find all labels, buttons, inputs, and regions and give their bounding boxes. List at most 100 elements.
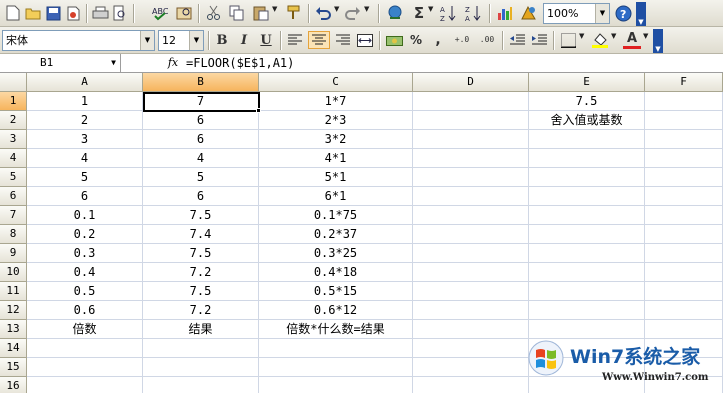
cell-c14[interactable]: [259, 339, 413, 358]
cell-b2[interactable]: 6: [143, 111, 259, 130]
cell-b7[interactable]: 7.5: [143, 206, 259, 225]
cell-d13[interactable]: [413, 320, 529, 339]
cell-c11[interactable]: 0.5*15: [259, 282, 413, 301]
toolbar-options-icon[interactable]: ▼: [636, 2, 646, 26]
cell-b15[interactable]: [143, 358, 259, 377]
cell-b1[interactable]: 7: [143, 92, 259, 111]
cell-d5[interactable]: [413, 168, 529, 187]
cell-a5[interactable]: 5: [27, 168, 143, 187]
cell-c3[interactable]: 3*2: [259, 130, 413, 149]
cell-d14[interactable]: [413, 339, 529, 358]
decrease-indent-icon[interactable]: [508, 31, 526, 49]
row-header-10[interactable]: 10: [0, 263, 27, 282]
cell-e3[interactable]: [529, 130, 645, 149]
cell-a4[interactable]: 4: [27, 149, 143, 168]
autosum-dropdown-arrow[interactable]: ▼: [428, 5, 433, 13]
cell-a13[interactable]: 倍数: [27, 320, 143, 339]
undo-dropdown-arrow[interactable]: ▼: [334, 5, 339, 13]
print-icon[interactable]: [91, 4, 109, 22]
cell-b16[interactable]: [143, 377, 259, 393]
align-left-icon[interactable]: [286, 31, 304, 49]
cell-a9[interactable]: 0.3: [27, 244, 143, 263]
cell-c1[interactable]: 1*7: [259, 92, 413, 111]
cell-c4[interactable]: 4*1: [259, 149, 413, 168]
cut-icon[interactable]: [204, 4, 222, 22]
cell-c9[interactable]: 0.3*25: [259, 244, 413, 263]
cell-e13[interactable]: [529, 320, 645, 339]
row-header-12[interactable]: 12: [0, 301, 27, 320]
increase-indent-icon[interactable]: [530, 31, 548, 49]
cell-f3[interactable]: [645, 130, 723, 149]
cell-e10[interactable]: [529, 263, 645, 282]
paste-dropdown-arrow[interactable]: ▼: [272, 5, 277, 13]
cell-c2[interactable]: 2*3: [259, 111, 413, 130]
cell-f13[interactable]: [645, 320, 723, 339]
cell-d1[interactable]: [413, 92, 529, 111]
cell-a1[interactable]: 1: [27, 92, 143, 111]
align-right-icon[interactable]: [334, 31, 352, 49]
undo-icon[interactable]: [314, 4, 332, 22]
cell-d2[interactable]: [413, 111, 529, 130]
cell-c13[interactable]: 倍数*什么数=结果: [259, 320, 413, 339]
cell-d4[interactable]: [413, 149, 529, 168]
paste-icon[interactable]: [252, 4, 270, 22]
underline-button[interactable]: U: [257, 31, 275, 49]
cell-d11[interactable]: [413, 282, 529, 301]
cell-e6[interactable]: [529, 187, 645, 206]
row-header-3[interactable]: 3: [0, 130, 27, 149]
cell-b8[interactable]: 7.4: [143, 225, 259, 244]
toolbar-options-icon[interactable]: ▼: [653, 29, 663, 53]
chevron-down-icon[interactable]: ▼: [595, 4, 609, 23]
cell-f5[interactable]: [645, 168, 723, 187]
cell-e8[interactable]: [529, 225, 645, 244]
cell-e7[interactable]: [529, 206, 645, 225]
cell-a6[interactable]: 6: [27, 187, 143, 206]
cell-a7[interactable]: 0.1: [27, 206, 143, 225]
cell-c5[interactable]: 5*1: [259, 168, 413, 187]
column-header-f[interactable]: F: [645, 73, 723, 92]
cell-e12[interactable]: [529, 301, 645, 320]
cell-f4[interactable]: [645, 149, 723, 168]
cell-d9[interactable]: [413, 244, 529, 263]
cell-e9[interactable]: [529, 244, 645, 263]
sort-ascending-icon[interactable]: AZ: [440, 4, 458, 22]
borders-dropdown-arrow[interactable]: ▼: [579, 32, 584, 40]
row-header-15[interactable]: 15: [0, 358, 27, 377]
name-box[interactable]: B1 ▼: [0, 54, 121, 73]
fill-handle[interactable]: [256, 108, 261, 113]
print-preview-icon[interactable]: [111, 4, 129, 22]
cell-e2[interactable]: 舍入值或基数: [529, 111, 645, 130]
cell-f6[interactable]: [645, 187, 723, 206]
cell-a14[interactable]: [27, 339, 143, 358]
format-painter-icon[interactable]: [284, 4, 302, 22]
row-header-5[interactable]: 5: [0, 168, 27, 187]
cell-f1[interactable]: [645, 92, 723, 111]
help-icon[interactable]: ?: [614, 4, 632, 22]
decrease-decimal-button[interactable]: .00: [476, 31, 498, 49]
cell-b10[interactable]: 7.2: [143, 263, 259, 282]
spelling-icon[interactable]: ABC: [151, 4, 169, 22]
zoom-combo[interactable]: 100% ▼: [543, 3, 610, 24]
drawing-icon[interactable]: [519, 4, 537, 22]
cell-b5[interactable]: 5: [143, 168, 259, 187]
cell-f2[interactable]: [645, 111, 723, 130]
cell-b3[interactable]: 6: [143, 130, 259, 149]
cell-b6[interactable]: 6: [143, 187, 259, 206]
row-header-6[interactable]: 6: [0, 187, 27, 206]
increase-decimal-button[interactable]: +.0: [451, 31, 473, 49]
cell-b9[interactable]: 7.5: [143, 244, 259, 263]
cell-f8[interactable]: [645, 225, 723, 244]
cell-d7[interactable]: [413, 206, 529, 225]
cell-e5[interactable]: [529, 168, 645, 187]
row-header-13[interactable]: 13: [0, 320, 27, 339]
research-icon[interactable]: [175, 4, 193, 22]
cell-a12[interactable]: 0.6: [27, 301, 143, 320]
cell-e1[interactable]: 7.5: [529, 92, 645, 111]
cell-d10[interactable]: [413, 263, 529, 282]
cell-d16[interactable]: [413, 377, 529, 393]
row-header-8[interactable]: 8: [0, 225, 27, 244]
row-header-9[interactable]: 9: [0, 244, 27, 263]
cell-c6[interactable]: 6*1: [259, 187, 413, 206]
cell-c7[interactable]: 0.1*75: [259, 206, 413, 225]
cell-f7[interactable]: [645, 206, 723, 225]
